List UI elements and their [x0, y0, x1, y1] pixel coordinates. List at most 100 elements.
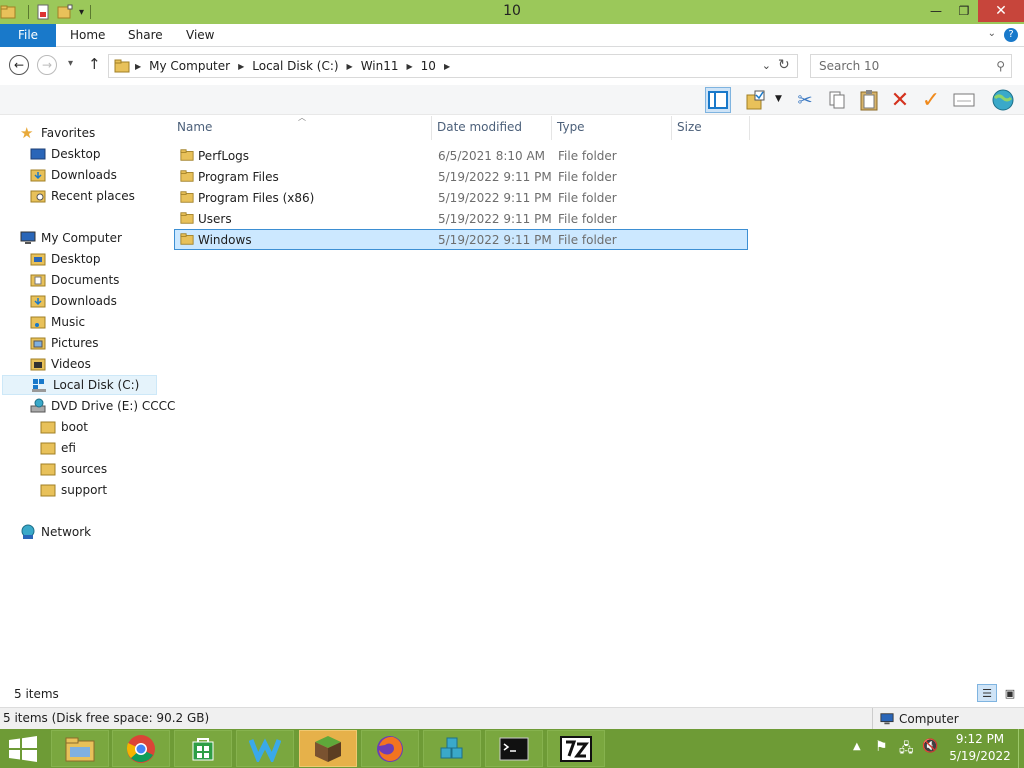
nav-dvd-support[interactable]: support — [40, 480, 107, 500]
nav-dvd-drive[interactable]: DVD Drive (E:) CCCC — [30, 396, 175, 416]
nav-computer-music[interactable]: Music — [30, 312, 85, 332]
action-center-flag-icon[interactable]: ⚑ — [875, 739, 888, 755]
paste-button[interactable] — [856, 87, 882, 113]
large-icons-view-button[interactable]: ▣ — [1000, 684, 1020, 702]
dvd-drive-icon — [30, 398, 46, 413]
customize-qat-icon[interactable]: ▾ — [79, 7, 84, 18]
file-type: File folder — [558, 211, 617, 226]
checkmark-icon: ✓ — [921, 87, 941, 113]
breadcrumb-my-computer[interactable]: My Computer — [149, 59, 230, 73]
nav-computer-documents[interactable]: Documents — [30, 270, 119, 290]
network-status-icon[interactable]: 🖧 — [899, 739, 914, 761]
nav-local-disk[interactable]: Local Disk (C:) — [2, 375, 157, 395]
nav-network[interactable]: Network — [20, 522, 91, 542]
tab-view[interactable]: View — [186, 24, 214, 47]
disk-space-text: 5 items (Disk free space: 90.2 GB) — [3, 711, 210, 725]
ribbon-tabs: File Home Share View ⌄ ? — [0, 24, 1024, 47]
restore-icon: ❐ — [958, 4, 970, 18]
address-dropdown-icon[interactable]: ⌄ — [762, 59, 771, 72]
nav-dvd-sources[interactable]: sources — [40, 459, 107, 479]
taskbar-registry[interactable] — [423, 730, 481, 767]
nav-favorites[interactable]: ★ Favorites — [20, 123, 95, 143]
select-folder-button[interactable] — [743, 87, 769, 113]
breadcrumb-separator-icon[interactable]: ▶ — [407, 62, 413, 71]
breadcrumb-separator-icon[interactable]: ▶ — [444, 62, 450, 71]
back-button[interactable]: ← — [9, 55, 29, 75]
downloads-folder-icon — [30, 169, 46, 182]
nav-favorites-downloads[interactable]: Downloads — [30, 165, 117, 185]
search-input[interactable]: Search 10 ⚲ — [810, 54, 1012, 78]
breadcrumb-separator-icon[interactable]: ▶ — [238, 62, 244, 71]
copy-button[interactable] — [824, 87, 850, 113]
address-bar[interactable]: ▶ My Computer ▶ Local Disk (C:) ▶ Win11 … — [108, 54, 798, 78]
details-view-button[interactable]: ☰ — [977, 684, 997, 702]
taskbar-chrome[interactable] — [112, 730, 170, 767]
nav-label: boot — [61, 420, 89, 434]
close-button[interactable]: ✕ — [978, 0, 1024, 22]
file-row-selected[interactable]: Windows 5/19/2022 9:11 PM File folder — [174, 229, 748, 250]
forward-button[interactable]: → — [37, 55, 57, 75]
preview-pane-button[interactable] — [705, 87, 731, 113]
nav-my-computer[interactable]: My Computer — [20, 228, 122, 248]
nav-dvd-efi[interactable]: efi — [40, 438, 76, 458]
store-icon — [192, 737, 214, 760]
tab-home[interactable]: Home — [70, 24, 105, 47]
file-row[interactable]: Program Files (x86) 5/19/2022 9:11 PM Fi… — [174, 187, 748, 208]
delete-button[interactable]: ✕ — [887, 87, 913, 113]
minimize-icon: — — [930, 4, 942, 18]
column-header-name[interactable]: Name — [172, 116, 432, 140]
properties-icon[interactable] — [35, 4, 51, 20]
file-row[interactable]: PerfLogs 6/5/2021 8:10 AM File folder — [174, 145, 748, 166]
properties-button[interactable] — [951, 87, 977, 113]
breadcrumb-separator-icon[interactable]: ▶ — [135, 62, 141, 71]
taskbar-store[interactable] — [174, 730, 232, 767]
show-hidden-icons-icon[interactable]: ▲ — [853, 741, 861, 752]
breadcrumb-separator-icon[interactable]: ▶ — [347, 62, 353, 71]
show-desktop-button[interactable] — [1018, 729, 1024, 768]
folder-icon — [40, 442, 56, 455]
folder-icon[interactable] — [0, 4, 16, 20]
taskbar-cmd[interactable] — [485, 730, 543, 767]
globe-button[interactable] — [990, 87, 1016, 113]
taskbar-wps[interactable] — [236, 730, 294, 767]
taskbar-file-explorer[interactable] — [51, 730, 109, 767]
nav-label: Videos — [51, 357, 91, 371]
column-header-type[interactable]: Type — [552, 116, 672, 140]
column-header-size[interactable]: Size — [672, 116, 750, 140]
nav-computer-downloads[interactable]: Downloads — [30, 291, 117, 311]
cut-button[interactable]: ✂ — [792, 87, 818, 113]
system-clock[interactable]: 9:12 PM 5/19/2022 — [946, 731, 1014, 765]
minimize-button[interactable]: — — [922, 0, 950, 22]
help-icon[interactable]: ? — [1004, 28, 1018, 42]
taskbar-firefox[interactable] — [361, 730, 419, 767]
column-header-date[interactable]: Date modified — [432, 116, 552, 140]
nav-favorites-desktop[interactable]: Desktop — [30, 144, 101, 164]
taskbar-minecraft[interactable] — [299, 730, 357, 767]
nav-computer-pictures[interactable]: Pictures — [30, 333, 99, 353]
new-folder-icon[interactable] — [57, 4, 73, 20]
rename-button[interactable]: ✓ — [918, 87, 944, 113]
command-prompt-icon — [499, 737, 529, 760]
volume-muted-icon[interactable]: 🔇 — [922, 739, 938, 754]
search-icon[interactable]: ⚲ — [996, 59, 1005, 73]
file-row[interactable]: Program Files 5/19/2022 9:11 PM File fol… — [174, 166, 748, 187]
tab-share[interactable]: Share — [128, 24, 163, 47]
nav-computer-videos[interactable]: Videos — [30, 354, 91, 374]
file-date: 5/19/2022 9:11 PM — [438, 232, 552, 247]
breadcrumb-local-disk[interactable]: Local Disk (C:) — [252, 59, 338, 73]
nav-computer-desktop[interactable]: Desktop — [30, 249, 101, 269]
expand-ribbon-icon[interactable]: ⌄ — [988, 28, 996, 42]
recent-locations-icon[interactable]: ▾ — [68, 58, 73, 69]
file-row[interactable]: Users 5/19/2022 9:11 PM File folder — [174, 208, 748, 229]
start-button[interactable] — [8, 736, 38, 762]
up-arrow-icon[interactable]: ↑ — [88, 55, 101, 73]
breadcrumb-10[interactable]: 10 — [421, 59, 436, 73]
breadcrumb-win11[interactable]: Win11 — [361, 59, 399, 73]
nav-favorites-recent[interactable]: Recent places — [30, 186, 135, 206]
taskbar-7zip[interactable] — [547, 730, 605, 767]
tab-file[interactable]: File — [0, 24, 56, 47]
maximize-button[interactable]: ❐ — [950, 0, 978, 22]
refresh-icon[interactable]: ↻ — [778, 57, 790, 73]
nav-dvd-boot[interactable]: boot — [40, 417, 88, 437]
dropdown-icon[interactable]: ▼ — [775, 94, 782, 104]
